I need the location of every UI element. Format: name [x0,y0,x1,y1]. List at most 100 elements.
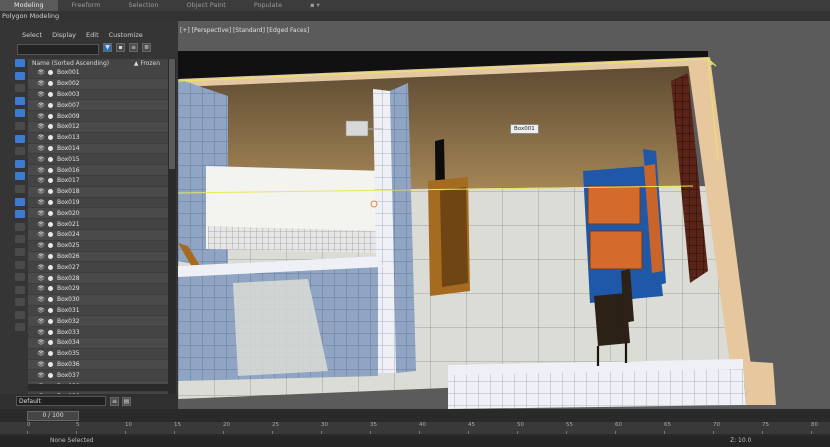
tab-freeform[interactable]: Freeform [58,0,115,11]
list-item[interactable]: 👁 Box028 [28,273,168,284]
display-spacewarps-icon[interactable] [15,134,25,143]
list-item[interactable]: 👁 Box021 [28,219,168,230]
list-item[interactable]: 👁 Box013 [28,132,168,144]
display-cameras-icon[interactable] [15,109,25,118]
eye-icon[interactable]: 👁 [36,188,46,195]
box-icon[interactable] [15,323,25,332]
display-containers-icon[interactable] [15,184,25,193]
display-lights-icon[interactable] [15,96,25,105]
eye-icon[interactable]: 👁 [36,167,46,174]
list-vertical-scrollbar[interactable] [168,59,176,404]
eye-icon[interactable]: 👁 [36,318,46,325]
list-item[interactable]: 👁 Box036 [28,359,168,371]
eye-icon[interactable]: 👁 [36,350,46,357]
eye-icon[interactable]: 👁 [36,275,46,282]
list-item[interactable]: 👁 Box019 [28,197,168,209]
display-none-icon[interactable] [15,222,25,231]
eye-icon[interactable]: 👁 [36,361,46,368]
display-invert-icon[interactable] [15,235,25,244]
eye-icon[interactable]: 👁 [36,156,46,163]
list-item[interactable]: 👁 Box001 [28,68,168,79]
filter-icon[interactable]: ▼ [103,43,112,52]
list-item[interactable]: 👁 Box025 [28,240,168,252]
eye-icon[interactable]: 👁 [36,253,46,260]
tab-modeling[interactable]: Modeling [0,0,58,11]
display-all-icon[interactable] [15,59,25,67]
list-item[interactable]: 👁 Box015 [28,154,168,166]
eye-icon[interactable]: 👁 [36,123,46,130]
list-item[interactable]: 👁 Box027 [28,262,168,274]
list-item[interactable]: 👁 Box020 [28,208,168,220]
coordinate-readout[interactable]: Z: 10.0 [730,437,751,444]
display-geometry-icon[interactable] [15,71,25,80]
list-item[interactable]: 👁 Box018 [28,186,168,198]
menu-edit[interactable]: Edit [86,31,99,39]
tab-populate[interactable]: Populate [240,0,296,11]
list-item[interactable]: 👁 Box003 [28,89,168,101]
list-header[interactable]: Name (Sorted Ascending) ▲ Frozen [28,59,168,68]
perspective-viewport[interactable]: [+] [Perspective] [Standard] [Edged Face… [178,21,830,409]
eye-icon[interactable]: 👁 [36,307,46,314]
hierarchy-icon[interactable]: ≡ [129,43,138,52]
eye-icon[interactable]: 👁 [36,296,46,303]
list-horizontal-scrollbar[interactable] [28,384,168,391]
display-hidden-icon[interactable] [15,210,25,219]
list-item[interactable]: 👁 Box034 [28,337,168,349]
scrollbar-thumb[interactable] [169,59,175,169]
sync-selection-icon[interactable] [15,247,25,256]
eye-icon[interactable]: 👁 [36,80,46,87]
funnel-alt-icon[interactable] [15,298,25,307]
eye-icon[interactable]: 👁 [36,199,46,206]
display-helpers-icon[interactable] [15,121,25,130]
time-slider[interactable]: 0 / 100 [27,411,79,421]
eye-icon[interactable]: 👁 [36,134,46,141]
display-frozen-icon[interactable] [15,197,25,206]
eye-icon[interactable]: 👁 [36,145,46,152]
display-groups-icon[interactable] [15,147,25,156]
list-item[interactable]: 👁 Box035 [28,348,168,360]
eye-icon[interactable]: 👁 [36,69,46,76]
list-item[interactable]: 👁 Box024 [28,229,168,241]
ribbon-options-icon[interactable]: ▪ ▾ [296,0,334,11]
eye-icon[interactable]: 👁 [36,113,46,120]
eye-icon[interactable]: 👁 [36,242,46,249]
eye-icon[interactable]: 👁 [36,221,46,228]
menu-customize[interactable]: Customize [109,31,143,39]
viewport-label[interactable]: [+] [Perspective] [Standard] [Edged Face… [180,27,309,34]
search-input[interactable] [17,44,99,55]
display-bones-icon[interactable] [15,172,25,181]
menu-select[interactable]: Select [22,31,42,39]
column-frozen-header[interactable]: ▲ Frozen [134,59,160,68]
ribbon-subtitle[interactable]: Polygon Modeling [2,11,59,21]
list-item[interactable]: 👁 Box037 [28,370,168,382]
eye-icon[interactable]: 👁 [36,91,46,98]
eye-icon[interactable]: 👁 [36,372,46,379]
list-item[interactable]: 👁 Box016 [28,165,168,176]
menu-display[interactable]: Display [52,31,76,39]
funnel-icon[interactable] [15,285,25,294]
layer-explorer-icon[interactable]: ≡ [110,397,119,406]
list-item[interactable]: 👁 Box009 [28,111,168,122]
eye-icon[interactable]: 👁 [36,102,46,109]
scene-explorer-icon[interactable]: ▤ [122,397,131,406]
list-item[interactable]: 👁 Box007 [28,100,168,112]
layer-dropdown[interactable]: Default [16,396,106,406]
display-shapes-icon[interactable] [15,84,25,93]
track-bar[interactable]: 0 5 10 15 20 25 30 35 40 45 50 55 60 65 70 75 80 [0,422,830,434]
list-item[interactable]: 👁 Box017 [28,175,168,187]
list-item[interactable]: 👁 Box032 [28,316,168,328]
list-item[interactable]: 👁 Box026 [28,251,168,263]
list-item[interactable]: 👁 Box029 [28,283,168,295]
eye-icon[interactable]: 👁 [36,264,46,271]
list-item[interactable]: 👁 Box014 [28,143,168,155]
lock-icon[interactable]: ▪ [116,43,125,52]
column-name-header[interactable]: Name (Sorted Ascending) [32,59,109,68]
eye-icon[interactable]: 👁 [36,177,46,184]
list-item[interactable]: 👁 Box030 [28,294,168,306]
eye-icon[interactable]: 👁 [36,285,46,292]
list-item[interactable]: 👁 Box002 [28,78,168,90]
select-icon[interactable] [15,310,25,319]
tab-object-paint[interactable]: Object Paint [173,0,240,11]
tab-selection[interactable]: Selection [115,0,173,11]
display-children-icon[interactable] [15,260,25,269]
